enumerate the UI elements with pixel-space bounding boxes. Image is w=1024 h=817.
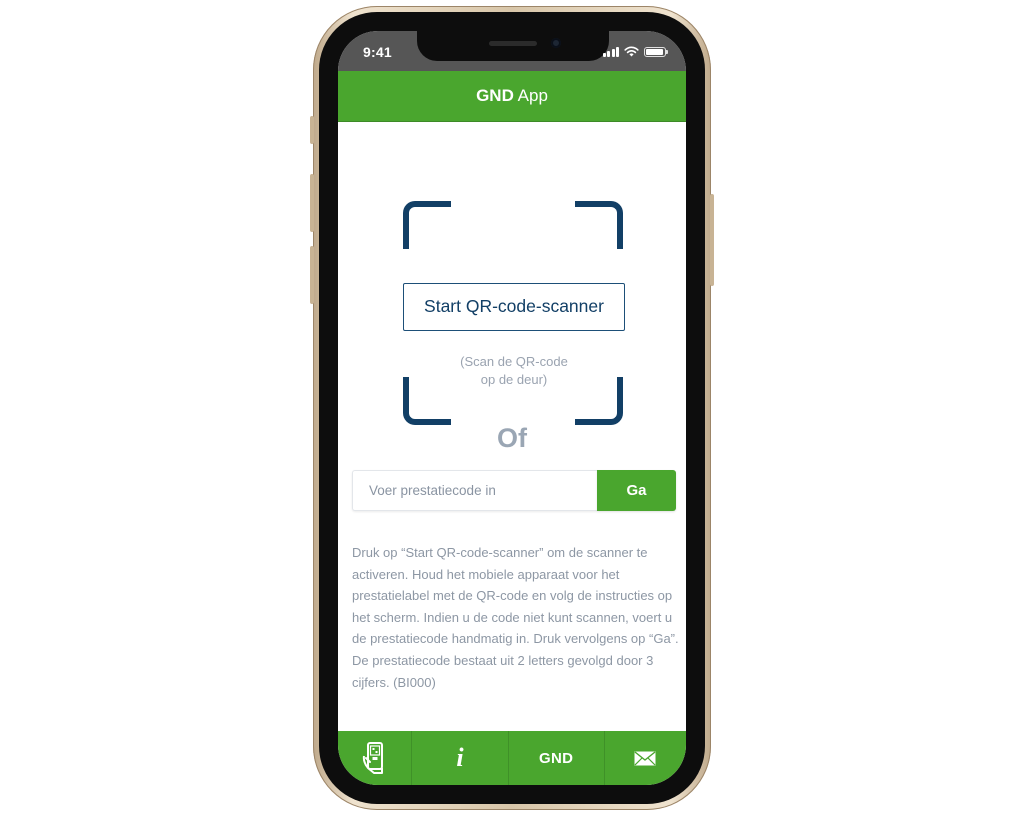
status-icons <box>602 45 668 57</box>
scan-hint-line-1: (Scan de QR-code <box>460 354 568 369</box>
or-divider-label: Of <box>497 423 527 453</box>
phone-qr-icon <box>362 742 383 774</box>
phone-frame: 9:41 GND App Start QR-code-scanner (Scan… <box>310 6 714 810</box>
status-bar: 9:41 <box>338 31 686 71</box>
performance-code-input[interactable] <box>352 470 597 511</box>
status-time: 9:41 <box>363 44 392 60</box>
mute-switch <box>310 116 314 144</box>
stage: 9:41 GND App Start QR-code-scanner (Scan… <box>0 0 1024 817</box>
envelope-icon <box>634 750 656 765</box>
signal-icon <box>602 46 619 57</box>
app-screen: 9:41 GND App Start QR-code-scanner (Scan… <box>338 31 686 785</box>
app-header: GND App <box>338 71 686 122</box>
scan-frame-corner-top-left <box>403 201 451 249</box>
front-camera <box>551 38 561 48</box>
tab-gnd-label: GND <box>539 749 574 767</box>
scan-hint: (Scan de QR-code op de deur) <box>438 353 590 389</box>
wifi-icon <box>624 46 639 57</box>
go-button[interactable]: Ga <box>597 470 676 511</box>
scan-frame-corner-top-right <box>575 201 623 249</box>
tab-info[interactable]: i <box>412 731 509 785</box>
app-title-brand: GND <box>476 86 514 105</box>
volume-up-button <box>310 174 314 232</box>
tab-mail[interactable] <box>605 731 686 785</box>
scan-hint-line-2: op de deur) <box>480 372 548 387</box>
tab-scan[interactable] <box>338 731 413 785</box>
start-qr-scanner-button[interactable]: Start QR-code-scanner <box>403 283 625 331</box>
speaker-grille <box>489 41 537 46</box>
info-icon: i <box>456 743 464 772</box>
notch <box>417 31 609 61</box>
tab-gnd[interactable]: GND <box>509 731 605 785</box>
power-button <box>710 194 714 286</box>
bottom-tab-bar: i GND <box>338 731 686 785</box>
instructions-text: Druk op “Start QR-code-scanner” om de sc… <box>352 545 679 690</box>
volume-down-button <box>310 246 314 304</box>
app-title-rest: App <box>513 86 548 105</box>
battery-icon <box>644 47 668 57</box>
